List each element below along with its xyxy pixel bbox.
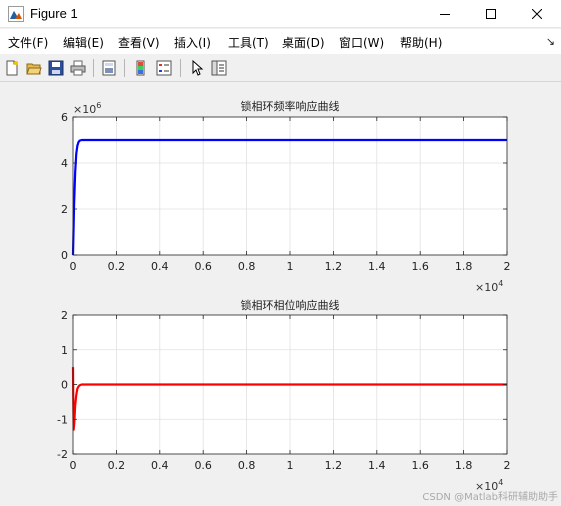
- menu-desktop[interactable]: 桌面(D): [282, 34, 325, 51]
- x-tick-label: 0: [70, 260, 77, 273]
- y-tick-label: -1: [57, 413, 68, 426]
- toolbar-separator: [180, 59, 181, 77]
- y-exponent-base: ×10: [73, 103, 96, 116]
- minimize-icon: [440, 14, 450, 15]
- window-title: Figure 1: [30, 6, 78, 21]
- figure-canvas: 0 0.2 0.4 0.6 0.8 1 1.2 1.4 1.6 1.8 2 0 2 4 6 锁相环频率响应曲…: [0, 82, 561, 506]
- menu-help[interactable]: 帮助(H): [400, 34, 442, 51]
- close-icon: [532, 9, 542, 19]
- edit-plot-button[interactable]: [187, 58, 207, 78]
- maximize-button[interactable]: [468, 0, 514, 28]
- x-tick-label: 1.8: [455, 459, 473, 472]
- menu-edit[interactable]: 编辑(E): [63, 34, 104, 51]
- x-tick-label: 0.6: [194, 260, 212, 273]
- new-figure-button[interactable]: [2, 58, 22, 78]
- print-icon: [70, 60, 86, 76]
- y-exponent-label: ×106: [73, 101, 101, 116]
- axes-title: 锁相环频率响应曲线: [241, 99, 340, 113]
- maximize-icon: [486, 9, 496, 19]
- y-tick-label: 2: [61, 309, 68, 322]
- y-tick-label: 0: [61, 249, 68, 262]
- colorbar-button[interactable]: [131, 58, 151, 78]
- x-tick-label: 0.4: [151, 260, 169, 273]
- x-tick-label: 1.8: [455, 260, 473, 273]
- x-exponent-power: 4: [498, 279, 503, 288]
- menu-insert[interactable]: 插入(I): [174, 34, 211, 51]
- x-tick-label: 1.2: [325, 260, 343, 273]
- window-title-bar: Figure 1: [0, 0, 561, 28]
- x-tick-label: 1: [287, 260, 294, 273]
- x-tick-label: 1: [287, 459, 294, 472]
- x-tick-label: 0.2: [108, 260, 126, 273]
- property-inspector-icon: [211, 60, 227, 76]
- x-tick-label: 0.2: [108, 459, 126, 472]
- menu-tools[interactable]: 工具(T): [228, 34, 269, 51]
- toolbar: [0, 54, 561, 82]
- y-exponent-power: 6: [96, 101, 101, 110]
- x-tick-label: 2: [504, 459, 511, 472]
- x-tick-label: 1.4: [368, 459, 386, 472]
- x-tick-label: 0.8: [238, 459, 256, 472]
- y-tick-label: 4: [61, 157, 68, 170]
- axes-frequency[interactable]: 0 0.2 0.4 0.6 0.8 1 1.2 1.4 1.6 1.8 20246 锁相环频率响应曲…: [61, 99, 511, 294]
- menu-file[interactable]: 文件(F): [8, 34, 48, 51]
- x-exponent-base: ×10: [475, 281, 498, 294]
- property-inspector-button[interactable]: [209, 58, 229, 78]
- y-tick-label: 2: [61, 203, 68, 216]
- x-tick-label: 0.8: [238, 260, 256, 273]
- watermark: CSDN @Matlab科研辅助助手: [422, 492, 558, 503]
- axes-phase[interactable]: 0 0.2 0.4 0.6 0.8 1 1.2 1.4 1.6 1.8 2 -2 -1 0 1 2 锁相环相位…: [57, 298, 510, 493]
- plot-canvas: 0 0.2 0.4 0.6 0.8 1 1.2 1.4 1.6 1.8 20246 锁相环频率响应曲…: [57, 99, 511, 493]
- x-exponent-label: ×104: [475, 279, 503, 294]
- print-preview-icon: [102, 60, 116, 76]
- menu-view[interactable]: 查看(V): [118, 34, 160, 51]
- toolbar-separator: [93, 59, 94, 77]
- x-tick-label: 0.6: [194, 459, 212, 472]
- legend-icon: [156, 60, 172, 76]
- save-icon: [48, 60, 64, 76]
- menu-bar: 文件(F) 编辑(E) 查看(V) 插入(I) 工具(T) 桌面(D) 窗口(W…: [0, 29, 561, 54]
- toolbar-separator: [124, 59, 125, 77]
- x-tick-label: 1.4: [368, 260, 386, 273]
- open-file-icon: [26, 63, 42, 75]
- dock-arrow-icon[interactable]: ↘: [546, 35, 555, 48]
- y-tick-label: -2: [57, 448, 68, 461]
- close-button[interactable]: [514, 0, 560, 28]
- x-tick-label: 1.6: [411, 459, 429, 472]
- save-button[interactable]: [46, 58, 66, 78]
- matlab-figure-icon: [8, 6, 24, 22]
- y-tick-label: 6: [61, 111, 68, 124]
- legend-button[interactable]: [154, 58, 174, 78]
- print-preview-button[interactable]: [99, 58, 119, 78]
- print-button[interactable]: [68, 58, 88, 78]
- axes-title: 锁相环相位响应曲线: [241, 298, 340, 312]
- y-tick-label: 0: [61, 379, 68, 392]
- menu-window[interactable]: 窗口(W): [339, 34, 384, 51]
- x-tick-label: 0: [70, 459, 77, 472]
- new-figure-icon: [6, 60, 18, 76]
- x-tick-label: 2: [504, 260, 511, 273]
- x-tick-label: 1.2: [325, 459, 343, 472]
- y-tick-label: 1: [61, 344, 68, 357]
- edit-plot-arrow-icon: [192, 60, 204, 76]
- minimize-button[interactable]: [422, 0, 468, 28]
- x-exponent-power: 4: [498, 478, 503, 487]
- open-file-button[interactable]: [24, 58, 44, 78]
- x-tick-label: 1.6: [411, 260, 429, 273]
- x-tick-label: 0.4: [151, 459, 169, 472]
- colorbar-icon: [136, 60, 145, 76]
